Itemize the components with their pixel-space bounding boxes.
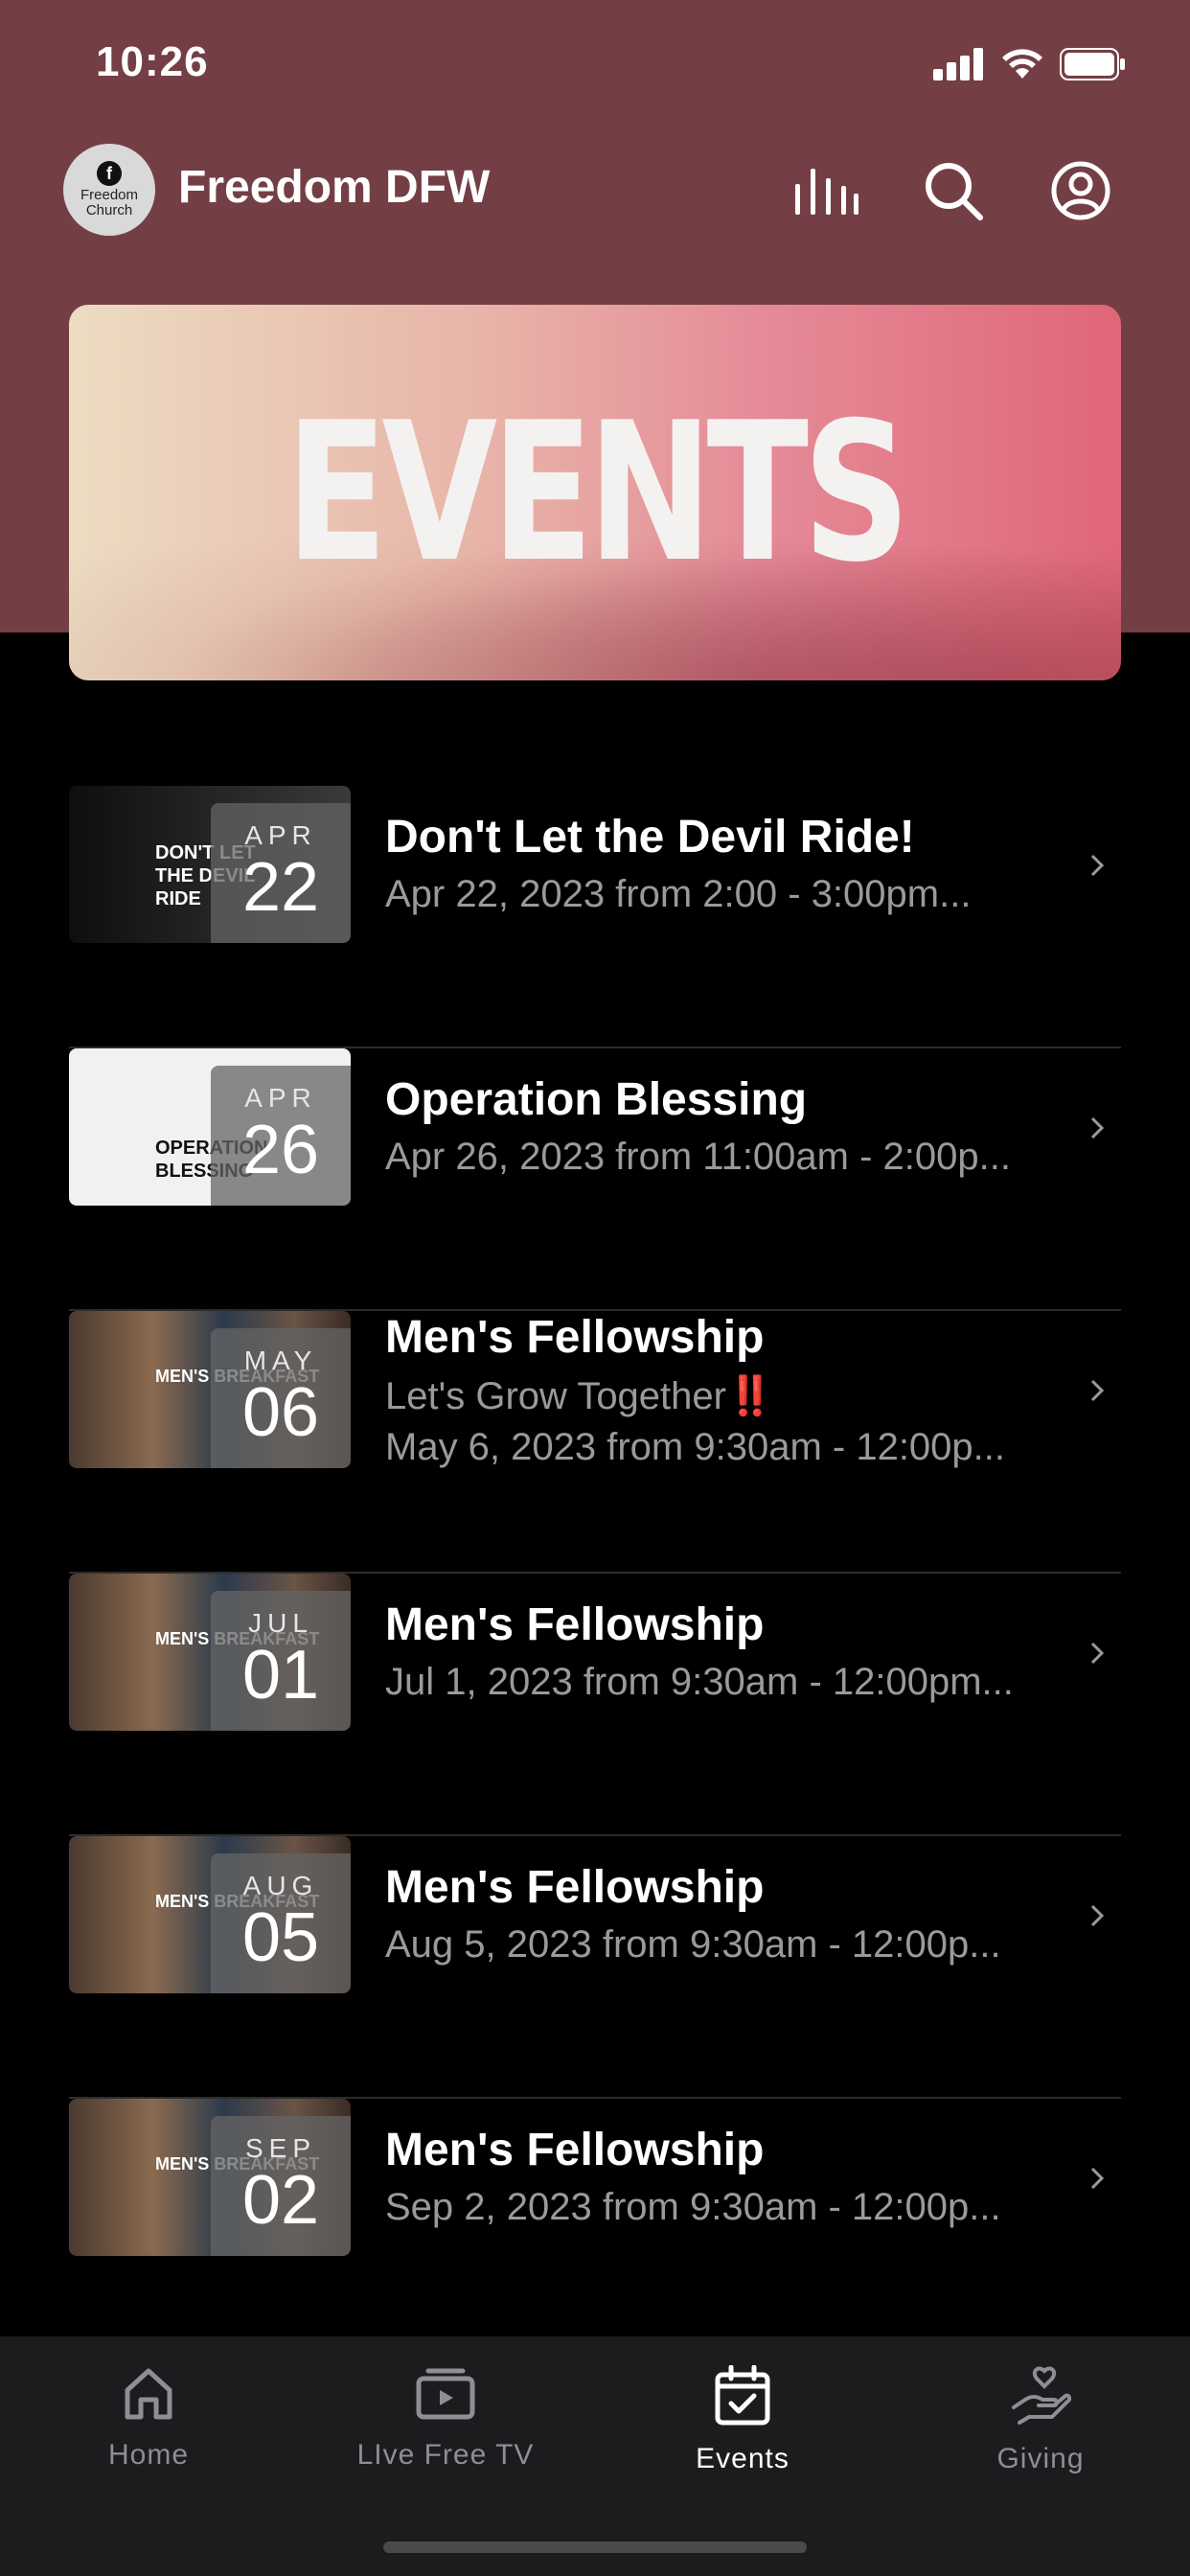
date-month: JUL xyxy=(248,1608,313,1638)
chevron-right-icon xyxy=(1090,1642,1105,1665)
date-day: 06 xyxy=(241,1374,320,1451)
event-subtitle: Let's Grow Together‼️ xyxy=(385,1375,774,1417)
audio-bars-icon xyxy=(795,169,858,215)
date-day: 22 xyxy=(241,849,320,926)
search-icon xyxy=(926,163,983,220)
event-thumbnail: MEN'S BREAKFAST JUL 01 xyxy=(69,1574,351,1731)
date-badge: AUG 05 xyxy=(211,1853,351,1993)
event-row[interactable]: MEN'S BREAKFAST JUL 01 Men's Fellowship … xyxy=(69,1574,1121,1836)
event-title: Men's Fellowship xyxy=(385,2125,765,2175)
date-day: 26 xyxy=(241,1112,320,1188)
tv-icon xyxy=(416,2368,475,2420)
date-badge: JUL 01 xyxy=(211,1591,351,1731)
chevron-right-icon xyxy=(1090,854,1105,877)
tab-label: Giving xyxy=(996,2443,1085,2474)
home-indicator[interactable] xyxy=(383,2542,807,2553)
date-badge: APR 22 xyxy=(211,803,351,943)
event-info: Men's Fellowship Let's Grow Together‼️ M… xyxy=(385,1311,1056,1469)
date-badge: MAY 06 xyxy=(211,1328,351,1468)
event-thumbnail: MEN'S BREAKFAST MAY 06 xyxy=(69,1311,351,1468)
event-row[interactable]: MEN'S BREAKFAST MAY 06 Men's Fellowship … xyxy=(69,1311,1121,1574)
logo-mark-icon: f xyxy=(97,161,122,186)
date-badge: APR 26 xyxy=(211,1066,351,1206)
tab-label: Home xyxy=(107,2439,190,2471)
date-day: 02 xyxy=(241,2162,320,2239)
event-title: Men's Fellowship xyxy=(385,1599,765,1650)
event-title: Operation Blessing xyxy=(385,1074,808,1125)
date-month: MAY xyxy=(243,1346,318,1375)
tab-home[interactable]: Home xyxy=(34,2365,263,2472)
event-row[interactable]: OPERATION BLESSING APR 26 Operation Bles… xyxy=(69,1048,1121,1311)
audio-button[interactable] xyxy=(793,157,860,224)
event-title: Men's Fellowship xyxy=(385,1312,765,1363)
tab-giving[interactable]: Giving xyxy=(926,2365,1156,2475)
status-icons xyxy=(933,48,1127,80)
profile-button[interactable] xyxy=(1047,157,1114,224)
chevron-right-icon xyxy=(1090,2167,1105,2190)
date-month: SEP xyxy=(244,2133,317,2163)
banner-title: EVENTS xyxy=(286,380,910,605)
event-info: Men's Fellowship Aug 5, 2023 from 9:30am… xyxy=(385,1861,1056,1966)
event-thumbnail: MEN'S BREAKFAST AUG 05 xyxy=(69,1836,351,1993)
date-badge: SEP 02 xyxy=(211,2116,351,2256)
user-circle-icon xyxy=(1051,161,1110,220)
chevron-right-icon xyxy=(1090,1116,1105,1139)
church-logo[interactable]: f Freedom Church xyxy=(63,144,155,236)
event-datetime: Sep 2, 2023 from 9:30am - 12:00p... xyxy=(385,2186,1001,2228)
event-datetime: May 6, 2023 from 9:30am - 12:00p... xyxy=(385,1426,1006,1468)
date-month: AUG xyxy=(242,1871,319,1900)
wifi-icon xyxy=(1002,49,1042,79)
calendar-check-icon xyxy=(715,2364,770,2426)
event-datetime: Apr 22, 2023 from 2:00 - 3:00pm... xyxy=(385,873,972,915)
tab-bar: Home LIve Free TV Events Giving xyxy=(0,2336,1190,2576)
event-info: Men's Fellowship Jul 1, 2023 from 9:30am… xyxy=(385,1598,1056,1704)
event-row[interactable]: DON'T LET THE DEVIL RIDE APR 22 Don't Le… xyxy=(69,786,1121,1048)
search-button[interactable] xyxy=(920,157,987,224)
signal-icon xyxy=(933,48,983,80)
tab-live-free-tv[interactable]: LIve Free TV xyxy=(331,2365,561,2472)
chevron-right-icon xyxy=(1090,1904,1105,1927)
events-banner: EVENTS xyxy=(69,305,1121,680)
date-month: APR xyxy=(244,1083,317,1113)
tab-events[interactable]: Events xyxy=(628,2364,858,2475)
event-datetime: Aug 5, 2023 from 9:30am - 12:00p... xyxy=(385,1923,1001,1966)
event-row[interactable]: MEN'S BREAKFAST SEP 02 Men's Fellowship … xyxy=(69,2099,1121,2361)
event-info: Don't Let the Devil Ride! Apr 22, 2023 f… xyxy=(385,811,1056,916)
date-month: APR xyxy=(244,820,317,850)
event-thumbnail: MEN'S BREAKFAST SEP 02 xyxy=(69,2099,351,2256)
date-day: 01 xyxy=(241,1637,320,1714)
event-info: Operation Blessing Apr 26, 2023 from 11:… xyxy=(385,1073,1056,1179)
tab-label: LIve Free TV xyxy=(356,2439,535,2471)
event-row[interactable]: MEN'S BREAKFAST AUG 05 Men's Fellowship … xyxy=(69,1836,1121,2099)
date-day: 05 xyxy=(241,1899,320,1976)
logo-text: Freedom Church xyxy=(80,187,139,218)
event-datetime: Apr 26, 2023 from 11:00am - 2:00p... xyxy=(385,1136,1011,1178)
event-title: Men's Fellowship xyxy=(385,1862,765,1913)
event-thumbnail: OPERATION BLESSING APR 26 xyxy=(69,1048,351,1206)
tab-label: Events xyxy=(696,2443,790,2474)
giving-hand-heart-icon xyxy=(1012,2366,1072,2425)
event-info: Men's Fellowship Sep 2, 2023 from 9:30am… xyxy=(385,2124,1056,2229)
chevron-right-icon xyxy=(1090,1379,1105,1402)
app-title: Freedom DFW xyxy=(178,162,491,213)
status-time: 10:26 xyxy=(96,38,209,85)
home-icon xyxy=(125,2368,172,2420)
event-datetime: Jul 1, 2023 from 9:30am - 12:00pm... xyxy=(385,1661,1014,1703)
event-thumbnail: DON'T LET THE DEVIL RIDE APR 22 xyxy=(69,786,351,943)
event-title: Don't Let the Devil Ride! xyxy=(385,812,915,862)
events-list: DON'T LET THE DEVIL RIDE APR 22 Don't Le… xyxy=(69,786,1121,2361)
battery-icon xyxy=(1060,48,1125,80)
